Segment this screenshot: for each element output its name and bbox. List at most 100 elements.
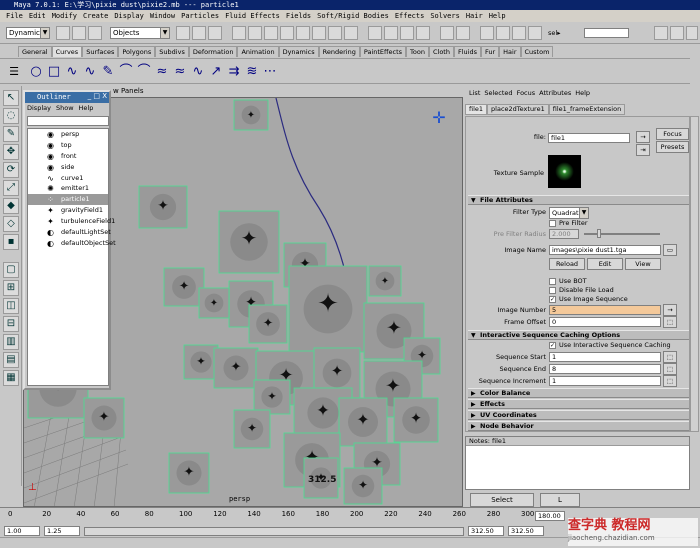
color-balance-section[interactable]: ▶ Color Balance bbox=[468, 388, 689, 398]
menu-fields[interactable]: Fields bbox=[286, 12, 311, 20]
circle-icon[interactable]: ○ bbox=[28, 64, 44, 80]
render-view-icon[interactable] bbox=[528, 26, 542, 40]
outliner-item-defaultobjectset[interactable]: ◐ defaultObjectSet bbox=[28, 238, 116, 249]
rotate-tool-icon[interactable]: ⟳ bbox=[3, 162, 19, 178]
effects-section[interactable]: ▶ Effects bbox=[468, 399, 689, 409]
notes-panel[interactable]: Notes: file1 bbox=[465, 436, 690, 490]
outliner-menu-show[interactable]: Show bbox=[56, 104, 74, 112]
snap-grid-icon[interactable] bbox=[368, 26, 382, 40]
start-time-field[interactable]: 1.00 bbox=[4, 526, 40, 536]
node-name-field[interactable]: file1 bbox=[548, 133, 630, 143]
playback-end-field[interactable]: 312.50 bbox=[468, 526, 504, 536]
outliner-item-side[interactable]: ◉ side bbox=[28, 162, 108, 173]
rebuild-curve-icon[interactable]: ≋ bbox=[244, 64, 260, 80]
square-icon[interactable]: □ bbox=[46, 64, 62, 80]
arc-three-point-icon[interactable]: ⌒ bbox=[136, 64, 152, 80]
menu-soft-rigid-bodies[interactable]: Soft/Rigid Bodies bbox=[317, 12, 389, 20]
lasso-tool-icon[interactable]: ◌ bbox=[3, 108, 19, 124]
last-tool-icon[interactable]: ▪ bbox=[3, 234, 19, 250]
outliner-item-emitter1[interactable]: ✺ emitter1 bbox=[28, 183, 108, 194]
select-component-icon[interactable] bbox=[208, 26, 222, 40]
menu-effects[interactable]: Effects bbox=[395, 12, 425, 20]
shelf-tab-subdivs[interactable]: Subdivs bbox=[155, 46, 189, 57]
shelf-tab-toon[interactable]: Toon bbox=[406, 46, 429, 57]
sequence-end-field[interactable]: 8 bbox=[549, 364, 661, 374]
viewport-panels-menu[interactable]: w Panels bbox=[113, 86, 143, 97]
shelf-tab-animation[interactable]: Animation bbox=[237, 46, 279, 57]
map-button-icon[interactable]: ⬚ bbox=[663, 316, 677, 328]
mask-handle-icon[interactable] bbox=[232, 26, 246, 40]
cv-curve-icon[interactable]: ∿ bbox=[64, 64, 80, 80]
view-cube-icon[interactable]: ✛ bbox=[427, 106, 451, 130]
ae-tab-file1[interactable]: file1 bbox=[465, 104, 488, 115]
window-controls[interactable]: _ □ X bbox=[88, 92, 107, 100]
quick-select-input[interactable] bbox=[584, 28, 629, 38]
shelf-tab-polygons[interactable]: Polygons bbox=[118, 46, 156, 57]
pre-filter-radius-slider[interactable] bbox=[584, 233, 660, 235]
save-scene-icon[interactable] bbox=[88, 26, 102, 40]
soft-mod-icon[interactable]: ◇ bbox=[3, 216, 19, 232]
caching-section[interactable]: ▼ Interactive Sequence Caching Options bbox=[468, 330, 689, 340]
snap-point-icon[interactable] bbox=[400, 26, 414, 40]
menu-create[interactable]: Create bbox=[83, 12, 108, 20]
mask-render-icon[interactable] bbox=[328, 26, 342, 40]
toggle-attribute-editor-icon[interactable] bbox=[654, 26, 668, 40]
shelf-menu-icon[interactable]: ☰ bbox=[6, 64, 22, 80]
frame-offset-field[interactable]: 0 bbox=[549, 317, 661, 327]
select-object-icon[interactable] bbox=[192, 26, 206, 40]
use-caching-checkbox[interactable]: ✓ bbox=[549, 342, 556, 349]
shelf-tab-dynamics[interactable]: Dynamics bbox=[278, 46, 319, 57]
outliner-filter-input[interactable] bbox=[27, 116, 109, 126]
outliner-item-front[interactable]: ◉ front bbox=[28, 151, 108, 162]
sequence-increment-field[interactable]: 1 bbox=[549, 376, 661, 386]
hypershade-layout-icon[interactable]: ▦ bbox=[3, 370, 19, 386]
attribute-editor-scrollbar[interactable] bbox=[690, 116, 699, 432]
pre-filter-radius-field[interactable]: 2.000 bbox=[549, 229, 579, 239]
outliner-item-curve1[interactable]: ∿ curve1 bbox=[28, 173, 108, 184]
ae-menu-help[interactable]: Help bbox=[575, 89, 590, 97]
mask-surface-icon[interactable] bbox=[280, 26, 294, 40]
menu-help[interactable]: Help bbox=[489, 12, 506, 20]
snap-curve-icon[interactable] bbox=[384, 26, 398, 40]
graph-layout-icon[interactable]: ▤ bbox=[3, 352, 19, 368]
snap-surface-icon[interactable] bbox=[416, 26, 430, 40]
shelf-tab-rendering[interactable]: Rendering bbox=[318, 46, 360, 57]
stacked-layout-icon[interactable]: ⊟ bbox=[3, 316, 19, 332]
menu-file[interactable]: File bbox=[6, 12, 23, 20]
shelf-scroll-arrows[interactable] bbox=[690, 58, 700, 84]
four-pane-layout-icon[interactable]: ⊞ bbox=[3, 280, 19, 296]
offset-curve-icon[interactable]: ⇉ bbox=[226, 64, 242, 80]
folder-icon[interactable]: ▭ bbox=[663, 244, 677, 256]
new-scene-icon[interactable] bbox=[56, 26, 70, 40]
shelf-tab-fur[interactable]: Fur bbox=[480, 46, 500, 57]
shelf-tab-surfaces[interactable]: Surfaces bbox=[82, 46, 119, 57]
insert-knot-icon[interactable]: ∿ bbox=[190, 64, 206, 80]
shelf-tab-general[interactable]: General bbox=[18, 46, 52, 57]
outliner-item-defaultlightset[interactable]: ◐ defaultLightSet bbox=[28, 227, 111, 238]
outliner-item-gravityfield1[interactable]: ✦ gravityField1 bbox=[28, 205, 108, 216]
slider-handle[interactable] bbox=[597, 229, 601, 238]
persp-outliner-layout-icon[interactable]: ▥ bbox=[3, 334, 19, 350]
current-time-field[interactable]: 180.00 bbox=[535, 511, 565, 521]
menu-display[interactable]: Display bbox=[114, 12, 144, 20]
uv-coordinates-section[interactable]: ▶ UV Coordinates bbox=[468, 410, 689, 420]
outliner-item-particle1[interactable]: ⁘ particle1 bbox=[28, 194, 108, 206]
render-frame-icon[interactable] bbox=[480, 26, 494, 40]
toggle-tool-settings-icon[interactable] bbox=[670, 26, 684, 40]
detach-curves-icon[interactable]: ≈ bbox=[172, 64, 188, 80]
select-hierarchy-icon[interactable] bbox=[176, 26, 190, 40]
shelf-tab-custom[interactable]: Custom bbox=[520, 46, 554, 57]
history-icon[interactable] bbox=[440, 26, 454, 40]
menuset-dropdown[interactable]: Dynamics ▼ bbox=[6, 27, 50, 39]
focus-button[interactable]: Focus bbox=[656, 128, 689, 140]
ae-menu-selected[interactable]: Selected bbox=[484, 89, 512, 97]
manipulator-icon[interactable]: ◆ bbox=[3, 198, 19, 214]
toggle-channel-box-icon[interactable] bbox=[686, 26, 698, 40]
menu-modify[interactable]: Modify bbox=[52, 12, 77, 20]
range-bar[interactable] bbox=[84, 527, 464, 536]
map-button-icon[interactable]: ⬚ bbox=[663, 351, 677, 363]
map-button-icon[interactable]: ⬚ bbox=[663, 375, 677, 387]
end-time-field[interactable]: 312.50 bbox=[508, 526, 544, 536]
selection-mask-dropdown[interactable]: Objects ▼ bbox=[110, 27, 170, 39]
reload-button[interactable]: Reload bbox=[549, 258, 585, 270]
